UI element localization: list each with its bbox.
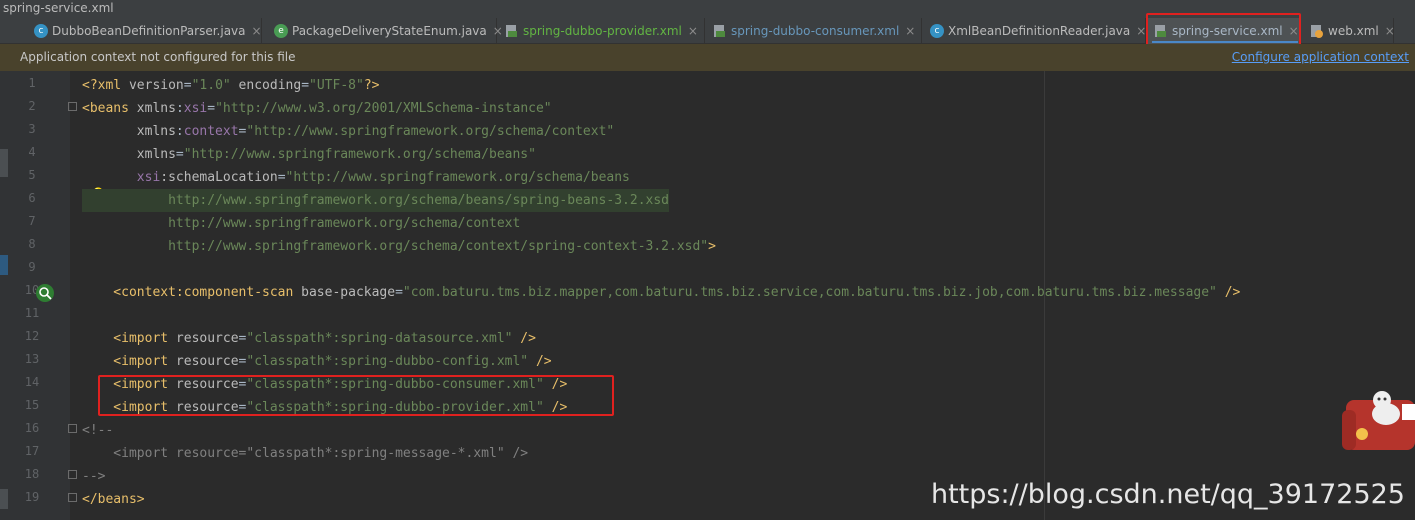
- tab-label: spring-dubbo-consumer.xml: [731, 24, 900, 38]
- line-number: 15: [24, 398, 40, 412]
- code-line-4: xmlns="http://www.springframework.org/sc…: [82, 147, 536, 162]
- c-class-icon: c: [930, 24, 944, 38]
- code-line-12: <import resource="classpath*:spring-data…: [82, 331, 536, 346]
- tab-label: spring-dubbo-provider.xml: [523, 24, 682, 38]
- line-number: 17: [24, 444, 40, 458]
- xml-file-icon: [713, 24, 727, 38]
- line-number: 5: [28, 168, 36, 182]
- code-line-5: xsi:schemaLocation="http://www.springfra…: [136, 170, 630, 185]
- code-line-13: <import resource="classpath*:spring-dubb…: [82, 354, 552, 369]
- line-number: 11: [24, 306, 40, 320]
- line-number: 14: [24, 375, 40, 389]
- tab-spring-dubbo-provider[interactable]: spring-dubbo-provider.xml ×: [499, 18, 705, 44]
- cat-sticker-icon: [1342, 391, 1415, 450]
- tab-package-delivery-state-enum[interactable]: e PackageDeliveryStateEnum.java ×: [268, 18, 503, 44]
- code-line-1: <?xml version="1.0" encoding="UTF-8"?>: [82, 78, 380, 93]
- spring-search-icon[interactable]: [36, 284, 54, 302]
- highlight-box-active-tab: [1146, 13, 1301, 47]
- e-enum-icon: e: [274, 24, 288, 38]
- line-number: 9: [28, 260, 36, 274]
- tab-spring-dubbo-consumer[interactable]: spring-dubbo-consumer.xml ×: [707, 18, 922, 44]
- close-icon[interactable]: ×: [905, 24, 915, 38]
- c-class-icon: c: [34, 24, 48, 38]
- close-icon[interactable]: ×: [1385, 24, 1395, 38]
- code-line-10: <context:component-scan base-package="co…: [82, 285, 1241, 300]
- close-icon[interactable]: ×: [252, 24, 262, 38]
- code-line-19: </beans>: [82, 492, 145, 507]
- tab-label: DubboBeanDefinitionParser.java: [52, 24, 246, 38]
- code-line-17: <import resource="classpath*:spring-mess…: [82, 446, 529, 461]
- code-line-16: <!--: [82, 423, 114, 438]
- line-number: 12: [24, 329, 40, 343]
- line-number: 18: [24, 467, 40, 481]
- fold-icon[interactable]: [68, 424, 77, 433]
- close-icon[interactable]: ×: [688, 24, 698, 38]
- tab-xml-bean-definition-reader[interactable]: c XmlBeanDefinitionReader.java ×: [924, 18, 1146, 44]
- tab-label: XmlBeanDefinitionReader.java: [948, 24, 1131, 38]
- code-line-3: xmlns:context="http://www.springframewor…: [82, 124, 615, 139]
- line-number: 4: [28, 145, 36, 159]
- context-banner: Application context not configured for t…: [0, 44, 1415, 71]
- code-line-6: http://www.springframework.org/schema/be…: [82, 189, 669, 212]
- close-icon[interactable]: ×: [1136, 24, 1146, 38]
- xml-file-icon: [505, 24, 519, 38]
- tab-web-xml[interactable]: web.xml ×: [1304, 18, 1395, 44]
- line-number: 8: [28, 237, 36, 251]
- tool-window-strip: [0, 71, 10, 520]
- line-number: 1: [28, 76, 36, 90]
- line-number: 16: [24, 421, 40, 435]
- highlight-box-dubbo-imports: [98, 375, 614, 416]
- tab-label: web.xml: [1328, 24, 1379, 38]
- banner-message: Application context not configured for t…: [20, 50, 296, 64]
- tab-label: PackageDeliveryStateEnum.java: [292, 24, 487, 38]
- configure-context-link[interactable]: Configure application context: [1232, 50, 1409, 64]
- tab-dubbo-bean-definition-parser[interactable]: c DubboBeanDefinitionParser.java ×: [28, 18, 262, 44]
- line-number: 6: [28, 191, 36, 205]
- code-line-18: -->: [82, 469, 106, 484]
- web-xml-icon: [1310, 24, 1324, 38]
- fold-icon[interactable]: [68, 470, 77, 479]
- code-line-8: http://www.springframework.org/schema/co…: [82, 239, 716, 254]
- code-line-2: <beans xmlns:xsi="http://www.w3.org/2001…: [82, 101, 552, 116]
- line-number: 7: [28, 214, 36, 228]
- fold-icon[interactable]: [68, 493, 77, 502]
- blog-watermark: https://blog.csdn.net/qq_39172525: [930, 479, 1405, 510]
- line-number: 2: [28, 99, 36, 113]
- line-number: 19: [24, 490, 40, 504]
- fold-icon[interactable]: [68, 102, 77, 111]
- code-line-7: http://www.springframework.org/schema/co…: [82, 216, 521, 231]
- line-number: 3: [28, 122, 36, 136]
- line-number: 13: [24, 352, 40, 366]
